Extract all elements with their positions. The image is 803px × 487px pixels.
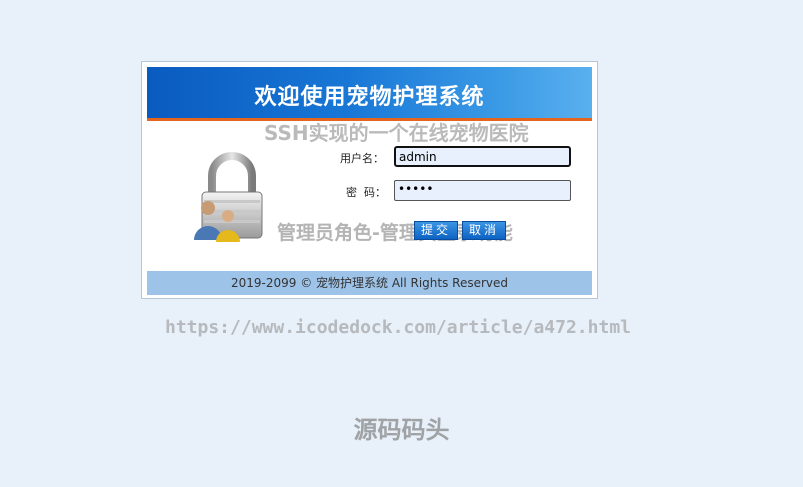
subtitle-watermark: SSH实现的一个在线宠物医院 bbox=[264, 121, 529, 145]
page: 欢迎使用宠物护理系统 SSH实现的一个在线宠物医院 用户名： admin 密 码… bbox=[0, 0, 803, 487]
cancel-button[interactable]: 取消 bbox=[462, 221, 506, 240]
url-watermark: https://www.icodedock.com/article/a472.h… bbox=[165, 317, 631, 338]
username-label: 用户名： bbox=[340, 152, 384, 165]
password-label: 密 码： bbox=[346, 186, 386, 199]
padlock-users-icon bbox=[194, 152, 263, 242]
password-field[interactable]: ••••• bbox=[394, 180, 571, 201]
page-title: 欢迎使用宠物护理系统 bbox=[254, 85, 485, 110]
username-field[interactable] bbox=[394, 146, 571, 167]
header-banner: 欢迎使用宠物护理系统 bbox=[147, 67, 592, 121]
brand-watermark: 源码码头 bbox=[353, 416, 450, 444]
submit-button[interactable]: 提交 bbox=[414, 221, 458, 240]
login-panel: 欢迎使用宠物护理系统 SSH实现的一个在线宠物医院 用户名： admin 密 码… bbox=[141, 61, 598, 299]
copyright-footer: 2019-2099 © 宠物护理系统 All Rights Reserved bbox=[147, 271, 592, 295]
